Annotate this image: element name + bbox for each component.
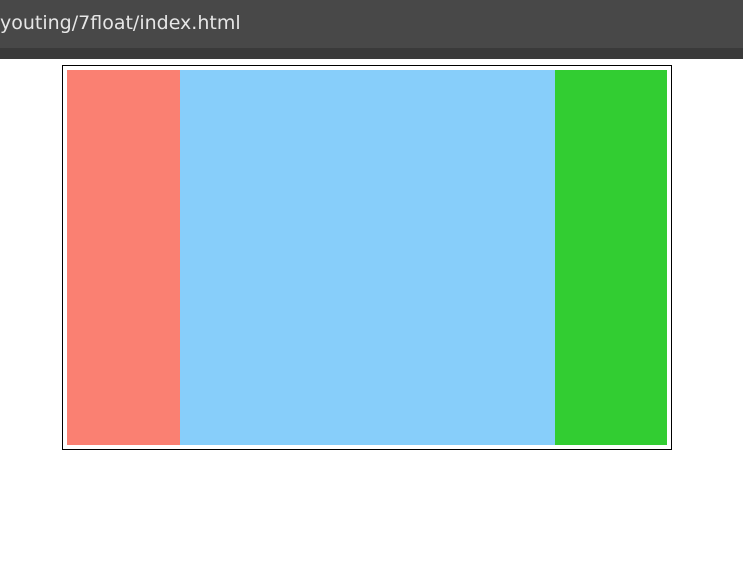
page-viewport [0, 59, 743, 561]
float-container [62, 65, 672, 450]
title-bar-divider [0, 48, 743, 59]
right-float-column [555, 70, 667, 445]
center-column [180, 70, 555, 445]
window-title-bar: youting/7float/index.html [0, 0, 743, 48]
window-title: youting/7float/index.html [0, 12, 241, 34]
left-float-column [67, 70, 180, 445]
